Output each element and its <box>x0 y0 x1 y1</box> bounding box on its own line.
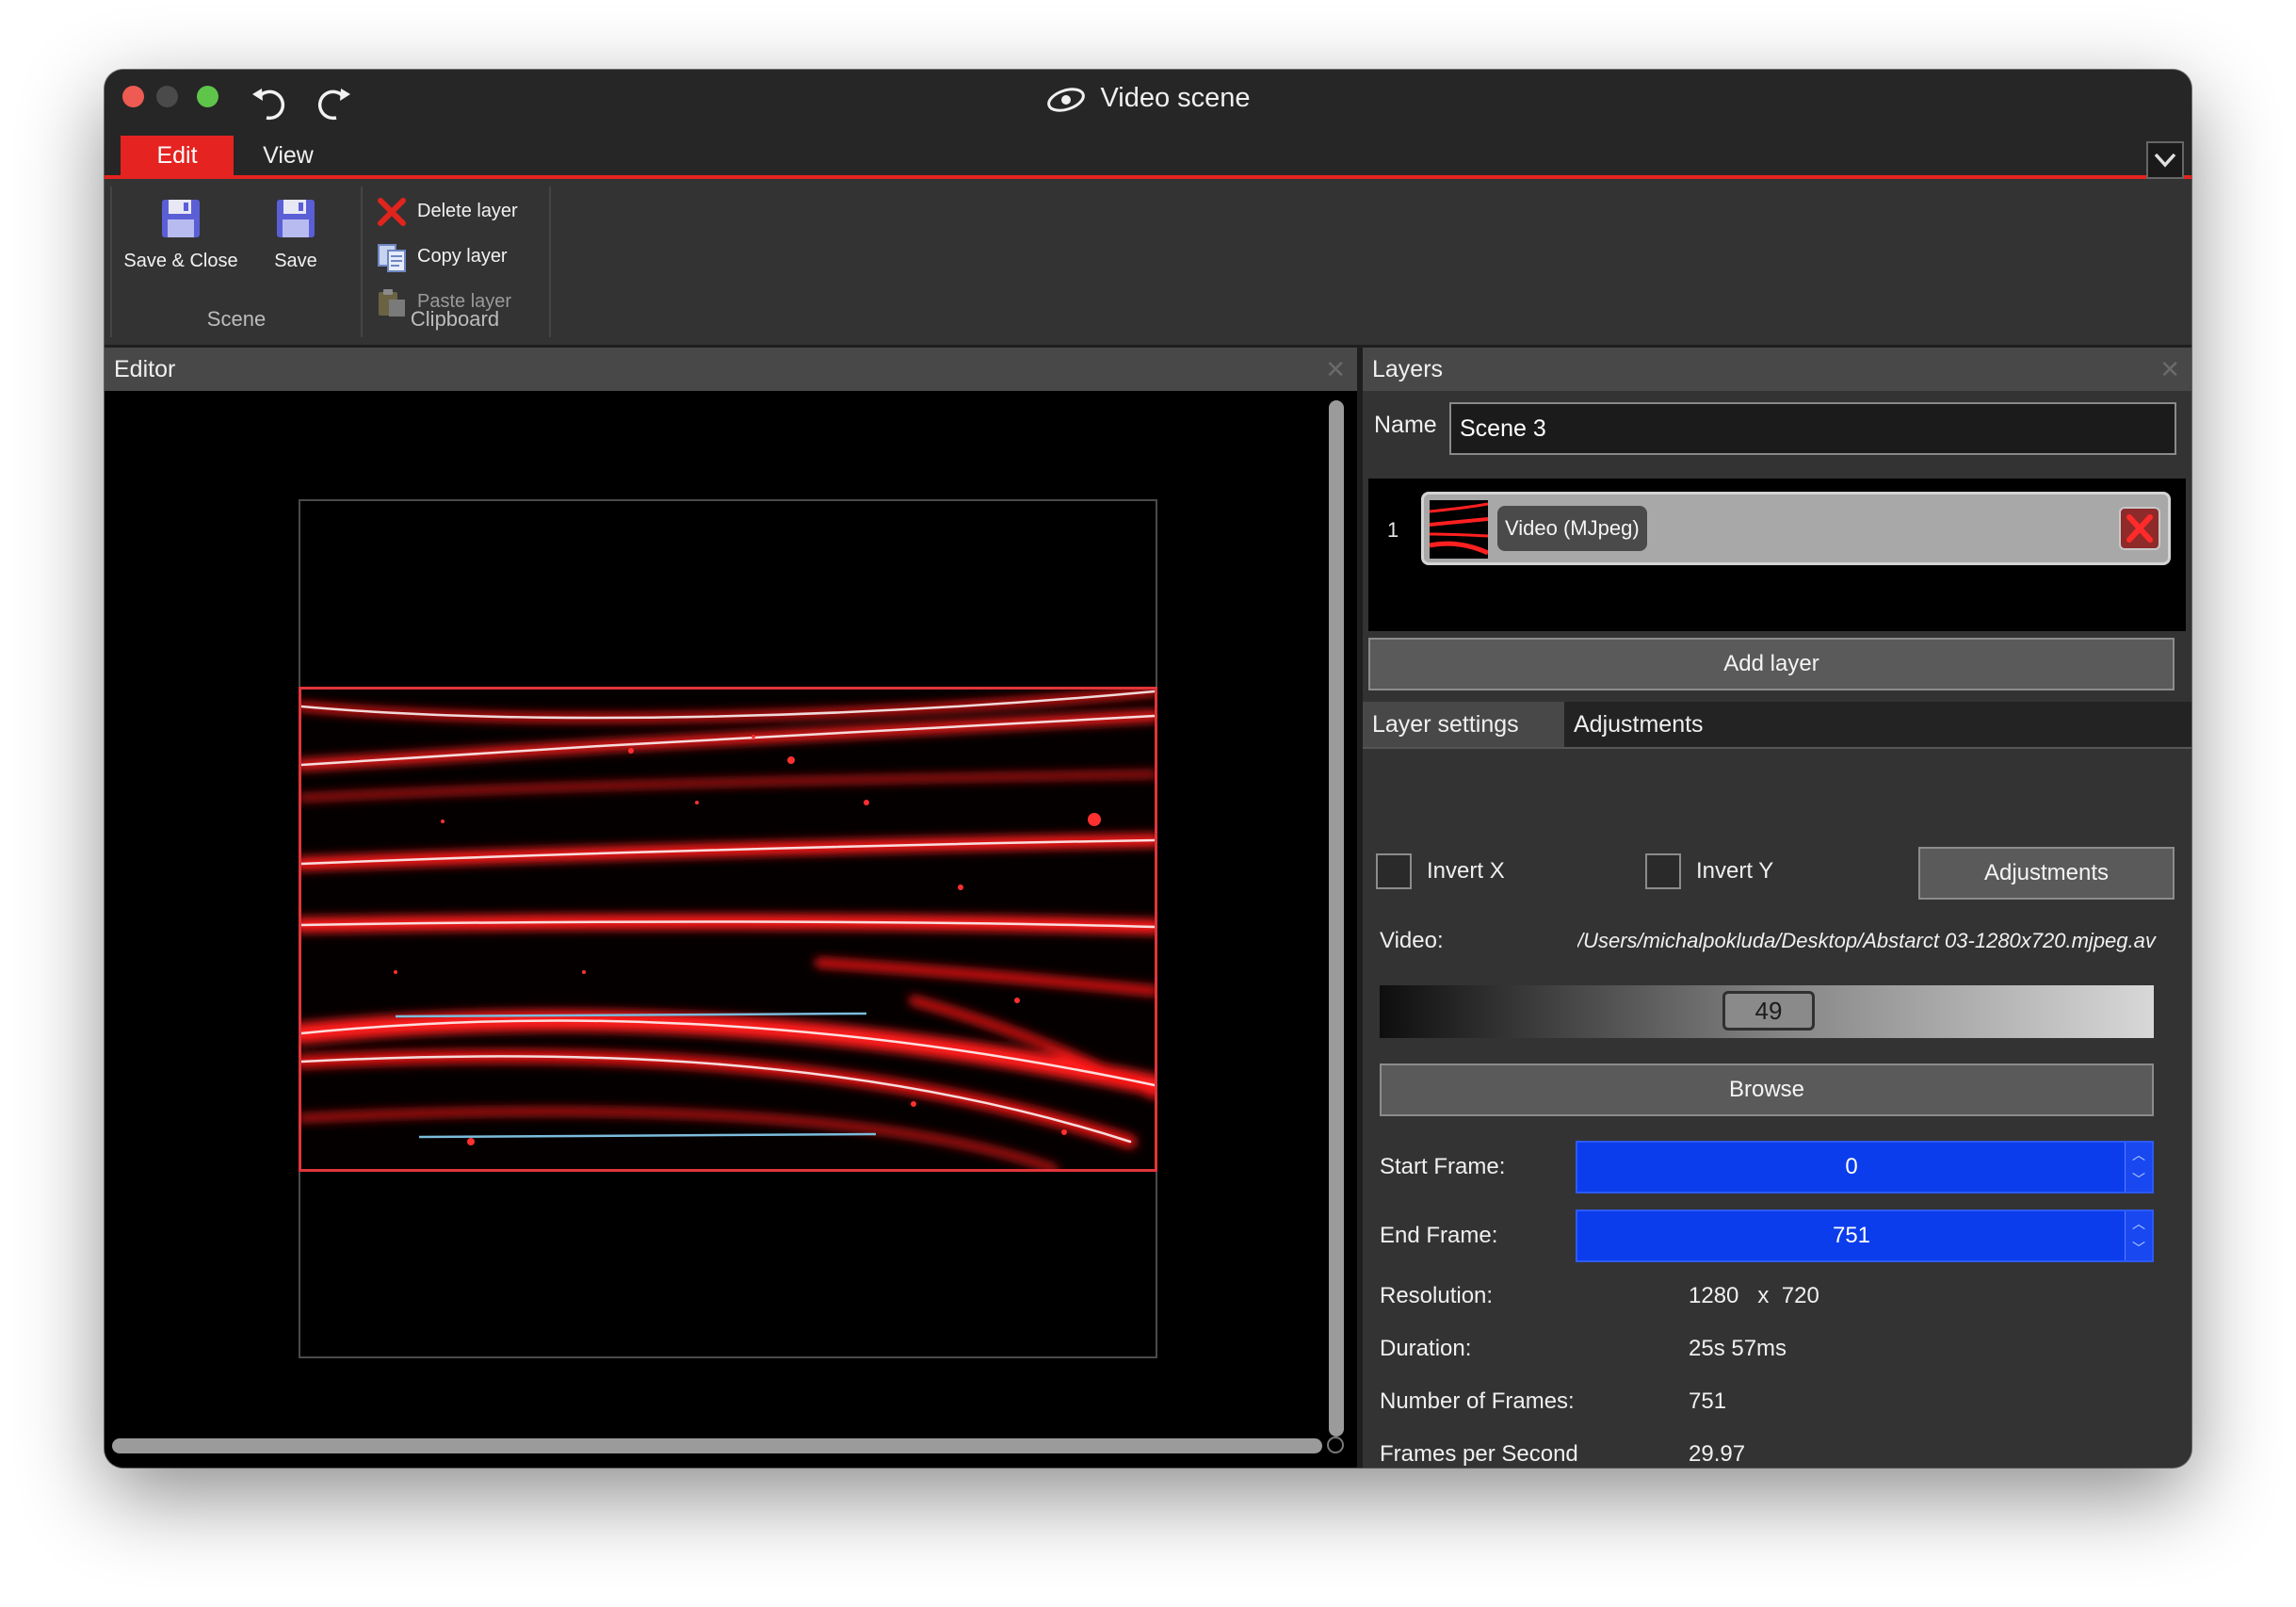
ribbon-group-scene: Save & Close Save Scene <box>110 187 363 337</box>
horizontal-scrollbar[interactable] <box>112 1438 1322 1453</box>
ribbon-group-clipboard: Delete layer Copy layer Paste layer Clip… <box>361 187 551 337</box>
layers-panel: Name 1 Video (MJpeg) <box>1363 391 2191 1468</box>
settings-tabs: Layer settings Adjustments <box>1363 702 2191 749</box>
layer-name: Video (MJpeg) <box>1497 506 1647 551</box>
browse-button[interactable]: Browse <box>1380 1063 2154 1116</box>
save-close-label: Save & Close <box>123 251 238 271</box>
menu-tab-edit[interactable]: Edit <box>121 136 234 175</box>
close-icon[interactable]: ✕ <box>2159 348 2180 391</box>
delete-layer-button[interactable]: Delete layer <box>376 192 518 230</box>
save-button[interactable]: Save <box>253 196 338 272</box>
delete-layer-item-button[interactable] <box>2119 507 2160 550</box>
end-frame-spinbox[interactable]: 751 ︿ ﹀ <box>1576 1209 2154 1262</box>
tab-adjustments[interactable]: Adjustments <box>1564 702 1713 747</box>
video-path: /Users/michalpokluda/Desktop/Abstarct 03… <box>1577 929 2156 952</box>
video-label: Video: <box>1380 928 1444 953</box>
duration-value: 25s 57ms <box>1689 1336 1787 1361</box>
layers-panel-title: Layers <box>1372 356 1444 382</box>
menu-bar: Edit View <box>105 136 2191 179</box>
layers-panel-header: Layers ✕ <box>1363 348 2191 391</box>
end-frame-value: 751 <box>1832 1223 1871 1248</box>
video-frame-image <box>301 690 1155 1169</box>
editor-canvas[interactable] <box>105 391 1357 1468</box>
invert-x-checkbox[interactable] <box>1376 853 1412 889</box>
invert-x-label: Invert X <box>1427 858 1505 884</box>
chevron-down-icon <box>2154 153 2176 168</box>
vertical-scrollbar[interactable] <box>1329 400 1344 1437</box>
slider-knob[interactable]: 49 <box>1722 991 1815 1031</box>
chevron-up-icon[interactable]: ︿ <box>2126 1143 2152 1167</box>
red-x-icon <box>2126 514 2153 543</box>
add-layer-button[interactable]: Add layer <box>1368 638 2175 690</box>
menu-tab-view[interactable]: View <box>246 136 331 175</box>
title-bar: Video scene <box>105 70 2191 136</box>
copy-icon <box>378 243 406 272</box>
ribbon: Save & Close Save Scene Delete layer Cop… <box>105 179 2191 348</box>
invert-y-checkbox[interactable] <box>1645 853 1681 889</box>
editor-panel-title: Editor <box>114 356 176 382</box>
app-logo-icon <box>1047 88 1086 113</box>
video-position-slider[interactable]: 49 <box>1380 985 2154 1038</box>
end-frame-stepper[interactable]: ︿ ﹀ <box>2125 1211 2152 1260</box>
tab-layer-settings[interactable]: Layer settings <box>1363 702 1564 747</box>
end-frame-label: End Frame: <box>1380 1223 1498 1248</box>
editor-panel-header: Editor ✕ <box>105 348 1357 391</box>
group-label-clipboard: Clipboard <box>410 307 500 331</box>
window-title-text: Video scene <box>1100 83 1251 113</box>
name-label: Name <box>1374 412 1437 438</box>
invert-y-label: Invert Y <box>1696 858 1774 884</box>
start-frame-value: 0 <box>1845 1154 1858 1179</box>
collapse-ribbon-button[interactable] <box>2146 141 2184 179</box>
scroll-corner <box>1327 1437 1344 1453</box>
fps-value: 29.97 <box>1689 1441 1746 1467</box>
layer-list: 1 Video (MJpeg) <box>1368 479 2186 631</box>
group-label-scene: Scene <box>206 307 267 331</box>
start-frame-label: Start Frame: <box>1380 1154 1506 1179</box>
layer-thumbnail <box>1430 500 1488 559</box>
video-layer-preview[interactable] <box>299 687 1157 1172</box>
resolution-width: 1280 <box>1689 1283 1739 1308</box>
start-frame-spinbox[interactable]: 0 ︿ ﹀ <box>1576 1141 2154 1193</box>
resolution-separator: x <box>1757 1283 1770 1308</box>
save-close-button[interactable]: Save & Close <box>123 196 238 272</box>
chevron-down-icon[interactable]: ﹀ <box>2126 1236 2152 1260</box>
red-x-icon <box>378 197 406 226</box>
scene-name-input[interactable] <box>1449 402 2176 455</box>
fps-label: Frames per Second <box>1380 1441 1577 1467</box>
window-title: Video scene <box>105 83 2191 114</box>
list-item[interactable]: Video (MJpeg) <box>1421 492 2171 565</box>
video-scene-window: Video scene Edit View Save & Close Save … <box>105 70 2191 1468</box>
chevron-down-icon[interactable]: ﹀ <box>2126 1167 2152 1192</box>
layer-index: 1 <box>1387 518 1399 542</box>
copy-layer-button[interactable]: Copy layer <box>376 237 508 275</box>
resolution-label: Resolution: <box>1380 1283 1494 1308</box>
start-frame-stepper[interactable]: ︿ ﹀ <box>2125 1143 2152 1192</box>
duration-label: Duration: <box>1380 1336 1472 1361</box>
delete-layer-label: Delete layer <box>417 201 518 221</box>
chevron-up-icon[interactable]: ︿ <box>2126 1211 2152 1236</box>
frames-count-label: Number of Frames: <box>1380 1388 1575 1414</box>
frames-count-value: 751 <box>1689 1388 1727 1414</box>
copy-layer-label: Copy layer <box>417 246 508 267</box>
save-label: Save <box>274 251 317 271</box>
adjustments-button[interactable]: Adjustments <box>1918 847 2175 900</box>
floppy-disk-icon <box>277 200 315 237</box>
resolution-height: 720 <box>1781 1283 1819 1308</box>
close-icon[interactable]: ✕ <box>1325 348 1346 391</box>
resolution-value: 1280 x 720 <box>1689 1283 1819 1309</box>
floppy-disk-icon <box>162 200 200 237</box>
